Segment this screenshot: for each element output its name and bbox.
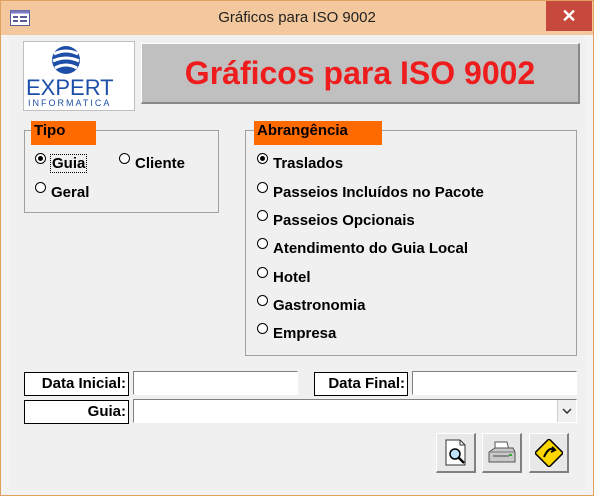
data-final-label: Data Final: [314,372,408,396]
data-inicial-label: Data Inicial: [24,372,129,396]
logo-sub-text: INFORMATICA [28,98,112,108]
page-title: Gráficos para ISO 9002 [184,54,536,91]
chevron-down-icon [562,408,572,414]
header-banner: Gráficos para ISO 9002 [141,43,580,104]
data-inicial-input[interactable] [133,371,298,395]
print-preview-button[interactable] [436,433,476,473]
radio-passeios-incluidos[interactable] [257,182,268,193]
radio-label: Gastronomia [273,297,366,314]
company-logo: EXPERT INFORMATICA [23,41,135,111]
printer-icon [488,441,515,462]
radio-label: Traslados [273,155,344,172]
close-icon: ✕ [561,5,577,26]
tipo-group-label: Tipo [31,121,96,145]
abrangencia-group-label: Abrangência [254,121,382,145]
radio-traslados[interactable] [257,153,268,164]
guia-label: Guia: [24,400,129,424]
exit-sign-icon [534,438,563,467]
radio-empresa[interactable] [257,323,268,334]
abrangencia-option-traslados[interactable]: Traslados [257,153,344,172]
radio-label: Empresa [273,325,337,342]
guia-combobox[interactable] [133,399,577,423]
abrangencia-option-atendimento[interactable]: Atendimento do Guia Local [257,238,469,257]
form-body: EXPERT INFORMATICA Gráficos para ISO 900… [9,35,585,490]
radio-hotel[interactable] [257,267,268,278]
radio-label: Passeios Incluídos no Pacote [273,184,484,201]
exit-button[interactable] [529,433,569,473]
abrangencia-option-gastronomia[interactable]: Gastronomia [257,295,366,314]
radio-gastronomia[interactable] [257,295,268,306]
abrangencia-option-hotel[interactable]: Hotel [257,267,311,286]
print-button[interactable] [482,433,522,473]
radio-guia[interactable] [35,153,46,164]
close-button[interactable]: ✕ [546,1,592,31]
radio-label: Cliente [135,155,186,172]
abrangencia-option-empresa[interactable]: Empresa [257,323,337,342]
abrangencia-option-passeios-opcionais[interactable]: Passeios Opcionais [257,210,415,229]
abrangencia-option-passeios-incluidos[interactable]: Passeios Incluídos no Pacote [257,182,484,201]
radio-label: Atendimento do Guia Local [273,240,469,257]
radio-label: Guia [49,154,88,173]
tipo-option-guia[interactable]: Guia [35,153,88,173]
guia-dropdown-button[interactable] [557,400,576,422]
radio-label: Passeios Opcionais [273,212,415,229]
radio-atendimento[interactable] [257,238,268,249]
print-preview-icon [445,439,465,465]
title-bar[interactable]: Gráficos para ISO 9002 ✕ [1,1,593,35]
radio-passeios-opcionais[interactable] [257,210,268,221]
radio-geral[interactable] [35,182,46,193]
radio-label: Geral [51,184,90,201]
tipo-option-geral[interactable]: Geral [35,182,90,201]
app-window: Gráficos para ISO 9002 ✕ EXPERT INFORMAT… [0,0,594,496]
data-final-input[interactable] [412,371,577,395]
tipo-option-cliente[interactable]: Cliente [119,153,186,172]
radio-label: Hotel [273,269,311,286]
window-title: Gráficos para ISO 9002 [218,9,376,26]
radio-cliente[interactable] [119,153,130,164]
